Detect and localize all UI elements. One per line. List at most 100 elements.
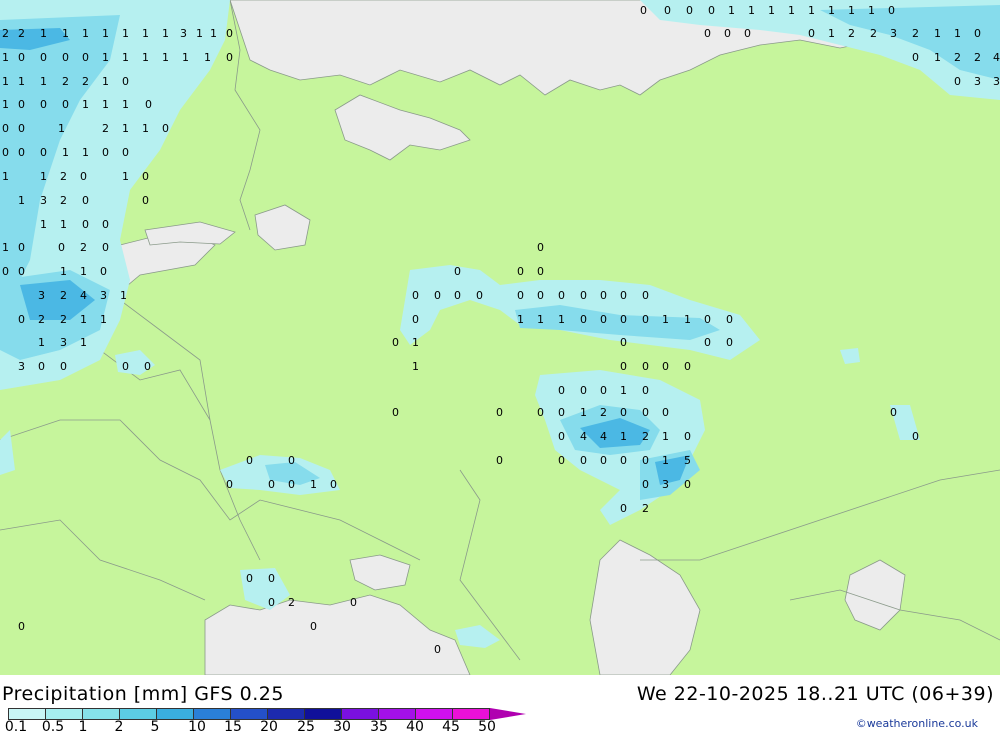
value-label: 0 bbox=[18, 98, 25, 111]
value-label: 0 bbox=[580, 313, 587, 326]
value-label: 1 bbox=[728, 4, 735, 17]
value-label: 2 bbox=[60, 313, 67, 326]
value-label: 0 bbox=[82, 218, 89, 231]
value-label: 1 bbox=[954, 27, 961, 40]
value-label: 0 bbox=[162, 122, 169, 135]
value-label: 0 bbox=[620, 360, 627, 373]
value-label: 0 bbox=[18, 51, 25, 64]
value-label: 2 bbox=[2, 27, 9, 40]
value-label: 1 bbox=[102, 51, 109, 64]
value-label: 0 bbox=[912, 430, 919, 443]
value-label: 0 bbox=[246, 454, 253, 467]
value-label: 1 bbox=[808, 4, 815, 17]
value-label: 0 bbox=[142, 170, 149, 183]
value-label: 0 bbox=[496, 454, 503, 467]
value-label: 0 bbox=[496, 406, 503, 419]
value-label: 0 bbox=[662, 360, 669, 373]
value-label: 0 bbox=[434, 643, 441, 656]
value-label: 2 bbox=[954, 51, 961, 64]
value-label: 0 bbox=[726, 336, 733, 349]
value-label: 0 bbox=[18, 265, 25, 278]
value-label: 1 bbox=[82, 27, 89, 40]
value-label: 2 bbox=[848, 27, 855, 40]
value-label: 0 bbox=[18, 146, 25, 159]
value-label: 2 bbox=[82, 75, 89, 88]
value-label: 0 bbox=[310, 620, 317, 633]
value-label: 0 bbox=[537, 406, 544, 419]
value-label: 0 bbox=[620, 313, 627, 326]
value-label: 1 bbox=[162, 27, 169, 40]
value-label: 1 bbox=[196, 27, 203, 40]
value-label: 0 bbox=[642, 289, 649, 302]
value-label: 0 bbox=[558, 430, 565, 443]
value-label: 0 bbox=[2, 146, 9, 159]
value-label: 1 bbox=[620, 384, 627, 397]
value-label: 0 bbox=[58, 241, 65, 254]
value-label: 2 bbox=[600, 406, 607, 419]
value-label: 1 bbox=[828, 4, 835, 17]
value-label: 1 bbox=[142, 51, 149, 64]
value-label: 1 bbox=[120, 289, 127, 302]
value-label: 0 bbox=[102, 218, 109, 231]
value-label: 0 bbox=[18, 122, 25, 135]
value-label: 4 bbox=[993, 51, 1000, 64]
value-label: 3 bbox=[974, 75, 981, 88]
value-label: 0 bbox=[580, 454, 587, 467]
value-label: 0 bbox=[642, 454, 649, 467]
value-label: 0 bbox=[620, 406, 627, 419]
value-label: 1 bbox=[684, 313, 691, 326]
value-label: 2 bbox=[102, 122, 109, 135]
value-label: 2 bbox=[642, 430, 649, 443]
value-label: 2 bbox=[38, 313, 45, 326]
value-label: 0 bbox=[288, 454, 295, 467]
value-label: 0 bbox=[744, 27, 751, 40]
value-label: 0 bbox=[664, 4, 671, 17]
value-label: 0 bbox=[558, 289, 565, 302]
value-label: 2 bbox=[60, 194, 67, 207]
value-label: 0 bbox=[808, 27, 815, 40]
value-label: 1 bbox=[62, 146, 69, 159]
value-label: 0 bbox=[912, 51, 919, 64]
value-label: 0 bbox=[2, 122, 9, 135]
value-label: 1 bbox=[122, 27, 129, 40]
value-label: 1 bbox=[58, 122, 65, 135]
value-label: 1 bbox=[848, 4, 855, 17]
value-label: 0 bbox=[580, 289, 587, 302]
value-label: 1 bbox=[828, 27, 835, 40]
value-label: 0 bbox=[142, 194, 149, 207]
value-label: 1 bbox=[80, 336, 87, 349]
value-label: 2 bbox=[870, 27, 877, 40]
value-label: 0 bbox=[60, 360, 67, 373]
credit-link[interactable]: ©weatheronline.co.uk bbox=[856, 717, 978, 730]
value-label: 0 bbox=[62, 98, 69, 111]
value-label: 0 bbox=[558, 454, 565, 467]
value-label: 3 bbox=[993, 75, 1000, 88]
value-label: 1 bbox=[80, 265, 87, 278]
value-label: 0 bbox=[580, 384, 587, 397]
value-label: 0 bbox=[684, 360, 691, 373]
value-label: 2 bbox=[80, 241, 87, 254]
value-label: 0 bbox=[558, 384, 565, 397]
value-label: 0 bbox=[226, 478, 233, 491]
value-label: 0 bbox=[434, 289, 441, 302]
value-label: 0 bbox=[517, 289, 524, 302]
value-label: 0 bbox=[684, 478, 691, 491]
value-label: 0 bbox=[122, 75, 129, 88]
value-label: 0 bbox=[954, 75, 961, 88]
value-label: 1 bbox=[162, 51, 169, 64]
value-label: 0 bbox=[62, 51, 69, 64]
value-label: 1 bbox=[80, 313, 87, 326]
value-label: 1 bbox=[2, 98, 9, 111]
value-label: 2 bbox=[642, 502, 649, 515]
value-label: 5 bbox=[684, 454, 691, 467]
value-label: 2 bbox=[18, 27, 25, 40]
value-label: 0 bbox=[537, 289, 544, 302]
value-label: 0 bbox=[890, 406, 897, 419]
value-label: 1 bbox=[102, 98, 109, 111]
value-label: 0 bbox=[82, 51, 89, 64]
value-label: 0 bbox=[268, 596, 275, 609]
value-label: 1 bbox=[868, 4, 875, 17]
value-label: 1 bbox=[18, 75, 25, 88]
value-label: 2 bbox=[912, 27, 919, 40]
value-label: 0 bbox=[642, 384, 649, 397]
